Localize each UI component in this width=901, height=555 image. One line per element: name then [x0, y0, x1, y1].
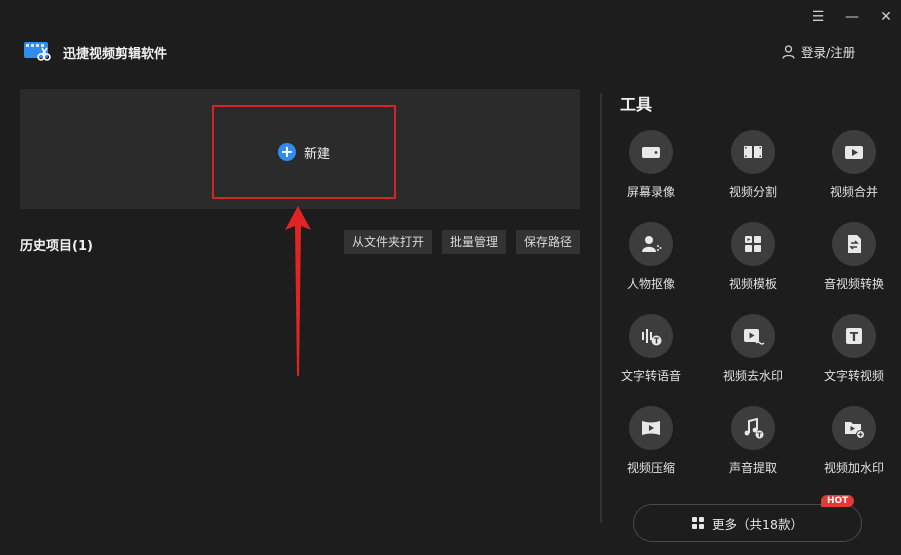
tool-add-watermark[interactable]: 视频加水印 [809, 406, 899, 476]
tool-label: 屏幕录像 [626, 185, 675, 199]
svg-text:T: T [654, 337, 660, 346]
tool-av-convert[interactable]: 音视频转换 [809, 222, 899, 292]
user-icon [782, 44, 795, 59]
tool-video-merge[interactable]: 视频合并 [809, 130, 899, 200]
tool-video-split[interactable]: 视频分割 [708, 130, 798, 200]
compress-icon [642, 421, 660, 435]
tool-label: 视频分割 [728, 185, 777, 199]
annotation-arrow-icon [285, 206, 311, 376]
app-title: 迅捷视频剪辑软件 [63, 47, 168, 62]
camera-icon [642, 147, 660, 158]
hot-badge: HOT [821, 495, 855, 507]
app-logo-icon [24, 42, 51, 61]
tool-text-to-speech[interactable]: T 文字转语音 [606, 314, 696, 384]
more-tools-button[interactable]: 更多（共18款） [633, 504, 862, 542]
tool-label: 视频合并 [829, 185, 878, 199]
tool-label: 视频去水印 [722, 369, 783, 383]
plus-icon: + [277, 143, 296, 161]
tool-label: 文字转语音 [620, 369, 681, 383]
history-title: 历史项目(1) [20, 239, 93, 254]
tool-remove-watermark[interactable]: 视频去水印 [708, 314, 798, 384]
tool-label: 音视频转换 [823, 277, 884, 291]
template-grid-icon [745, 236, 761, 252]
add-watermark-icon [845, 422, 865, 439]
login-register-link[interactable]: 登录/注册 [782, 42, 855, 61]
new-project-label: 新建 [303, 146, 330, 162]
tool-audio-extract[interactable]: T 声音提取 [708, 406, 798, 476]
svg-text:T: T [757, 431, 762, 439]
convert-icon [848, 235, 861, 253]
tool-screen-record[interactable]: 屏幕录像 [606, 130, 696, 200]
tool-label: 视频模板 [728, 277, 777, 291]
tool-label: 文字转视频 [823, 369, 884, 383]
tool-label: 视频加水印 [823, 461, 884, 475]
login-label: 登录/注册 [801, 45, 856, 60]
tool-video-template[interactable]: 视频模板 [708, 222, 798, 292]
tool-person-cutout[interactable]: 人物抠像 [606, 222, 696, 292]
person-cutout-icon [642, 236, 662, 252]
close-button[interactable]: ✕ [875, 6, 897, 28]
batch-manage-button[interactable]: 批量管理 [442, 230, 507, 254]
play-merge-icon [845, 146, 863, 159]
tools-title: 工具 [620, 95, 653, 114]
tool-text-to-video[interactable]: T 文字转视频 [809, 314, 899, 384]
save-path-button[interactable]: 保存路径 [516, 230, 581, 254]
music-extract-icon: T [744, 417, 764, 439]
tool-label: 视频压缩 [626, 461, 675, 475]
new-project-button[interactable]: + 新建 [212, 105, 396, 199]
text-to-video-icon: T [846, 328, 862, 344]
svg-text:T: T [850, 330, 859, 344]
panel-divider [600, 93, 602, 523]
tool-video-compress[interactable]: 视频压缩 [606, 406, 696, 476]
tool-label: 人物抠像 [626, 277, 675, 291]
remove-watermark-icon [744, 329, 765, 345]
more-tools-label: 更多（共18款） [712, 516, 803, 532]
text-to-speech-icon: T [642, 329, 662, 346]
open-from-folder-button[interactable]: 从文件夹打开 [344, 230, 433, 254]
grid-icon [692, 517, 705, 529]
tool-label: 声音提取 [728, 461, 777, 475]
minimize-button[interactable]: — [841, 6, 863, 28]
menu-button[interactable]: ☰ [807, 6, 829, 28]
film-split-icon [744, 146, 762, 158]
